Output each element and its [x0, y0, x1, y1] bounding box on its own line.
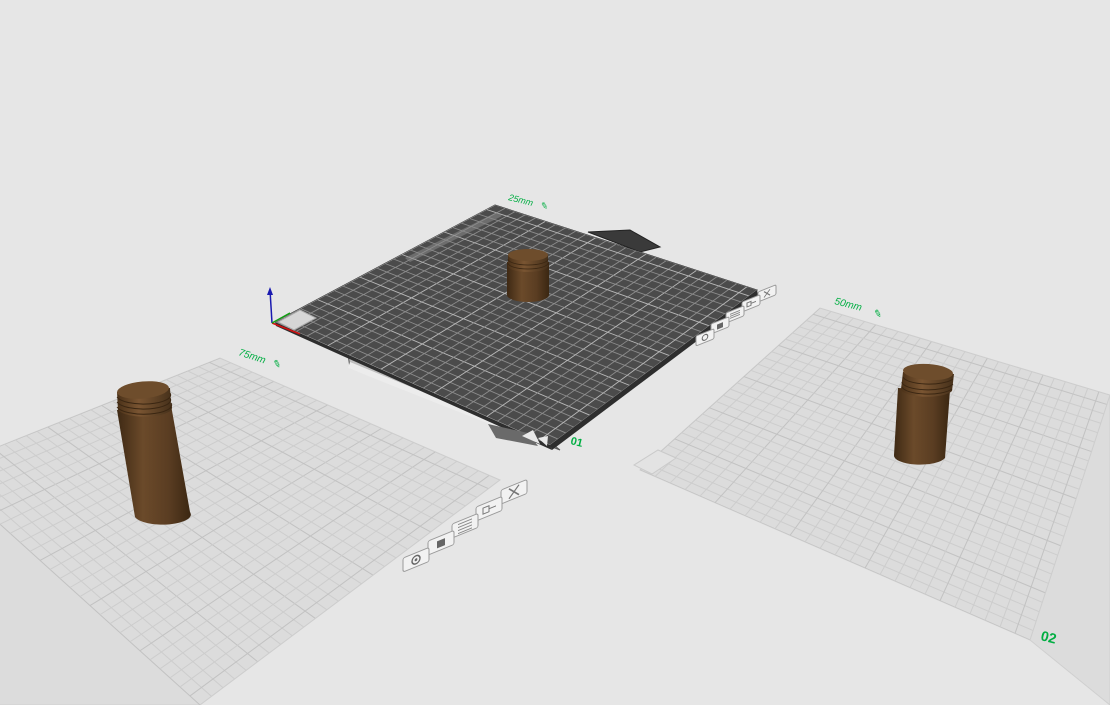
- plate-left-surface[interactable]: [0, 357, 501, 705]
- plate-center-height-label: 25mm: [507, 192, 535, 208]
- lock-icon[interactable]: [427, 530, 455, 555]
- close-icon[interactable]: [757, 284, 777, 303]
- pencil-icon[interactable]: ✎: [271, 358, 282, 371]
- plate-right-height-label: 50mm: [833, 296, 863, 313]
- 3d-viewport[interactable]: 75mm ✎ 50mm ✎ 02 25mm ✎ 01: [0, 0, 1110, 705]
- plate-center-number-label: 01: [569, 435, 584, 450]
- model-center[interactable]: [507, 249, 549, 302]
- auto-orient-icon[interactable]: [451, 513, 479, 538]
- plate-right[interactable]: 50mm ✎ 02: [632, 296, 1110, 705]
- settings-icon[interactable]: [402, 547, 430, 572]
- arrange-icon[interactable]: [475, 496, 503, 521]
- close-icon[interactable]: [500, 479, 528, 504]
- plate-center-surface[interactable]: [273, 204, 759, 446]
- pencil-icon[interactable]: ✎: [540, 200, 550, 212]
- model-right[interactable]: [893, 362, 954, 465]
- pencil-icon[interactable]: ✎: [872, 308, 883, 321]
- plate-left-height-label: 75mm: [237, 347, 267, 366]
